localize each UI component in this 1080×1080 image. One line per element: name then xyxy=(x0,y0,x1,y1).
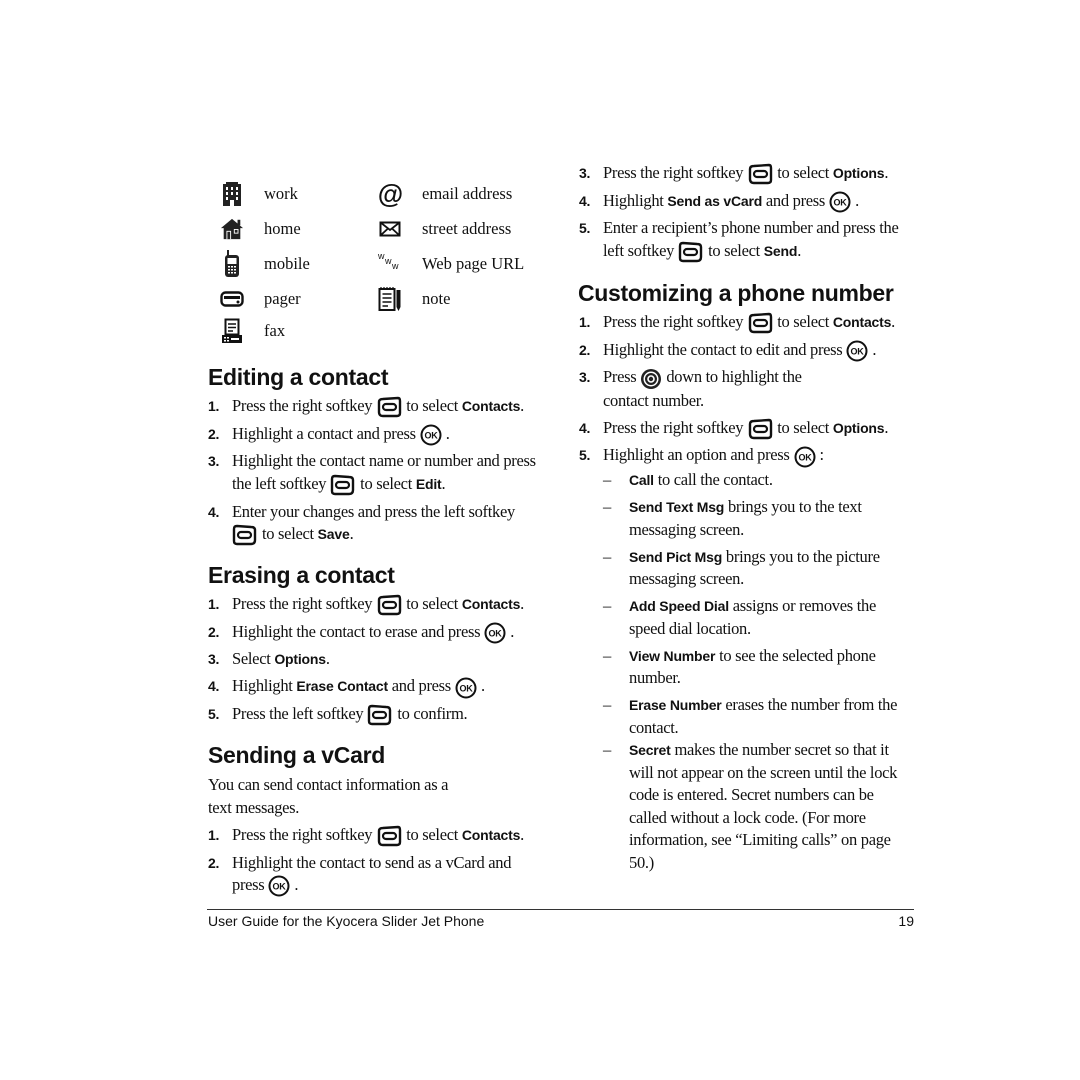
left-softkey-icon xyxy=(678,241,704,263)
vcard-steps-part2: 3. Press the right softkey to select Optio… xyxy=(579,162,919,268)
erasing-steps: 1. Press the right softkey to select Conta… xyxy=(208,593,553,731)
legend-item-web: www Web page URL xyxy=(378,251,524,277)
fax-icon xyxy=(220,318,244,344)
page-number: 19 xyxy=(898,913,914,929)
right-softkey-icon xyxy=(376,396,402,418)
web-url-www-icon: www xyxy=(378,251,399,271)
legend-item-fax: fax xyxy=(220,318,285,344)
legend-item-email: @ email address xyxy=(377,178,513,209)
legend-item-pager: pager xyxy=(220,286,301,312)
footer-title: User Guide for the Kyocera Slider Jet Ph… xyxy=(208,913,485,929)
ok-key-icon xyxy=(268,875,290,897)
legend-item-note: note xyxy=(378,286,450,312)
legend-label: email address xyxy=(422,184,513,203)
right-softkey-icon xyxy=(376,825,402,847)
right-softkey-icon xyxy=(376,594,402,616)
legend-label: note xyxy=(422,289,451,308)
pager-icon xyxy=(220,286,244,312)
step: 3. Highlight the contact name or number a… xyxy=(208,450,553,496)
option-send-pict-msg: – Send Pict Msg brings you to the picture… xyxy=(603,546,880,589)
right-softkey-icon xyxy=(747,418,773,440)
step: 1. Press the right softkey to select Conta… xyxy=(208,395,553,418)
navigation-key-icon xyxy=(640,368,662,390)
option-view-number: – View Number to see the selected phone n… xyxy=(603,645,876,688)
step: 3. Select Options. xyxy=(208,649,330,669)
left-softkey-icon xyxy=(367,704,393,726)
mobile-phone-icon xyxy=(220,250,244,277)
legend-item-mobile: mobile xyxy=(220,250,310,277)
email-at-icon: @ xyxy=(377,178,403,209)
legend-label: Web page URL xyxy=(422,254,525,273)
step: 1. Press the right softkey to select Conta… xyxy=(579,311,919,334)
option-erase-number: – Erase Number erases the number from the… xyxy=(603,695,898,737)
option-secret: – Secret makes the number secret so that … xyxy=(603,740,898,872)
option-add-speed-dial: – Add Speed Dial assigns or removes the s… xyxy=(603,596,876,638)
home-house-icon xyxy=(220,216,244,242)
note-notepad-icon xyxy=(378,286,402,312)
vcard-intro: You can send contact information as a te… xyxy=(208,775,449,817)
work-building-icon xyxy=(220,181,244,207)
step: 2. Highlight the contact to send as a vCa… xyxy=(208,852,537,898)
legend-item-home: home xyxy=(220,216,301,242)
section-heading-editing: Editing a contact xyxy=(208,364,389,390)
step: 5. Enter a recipient’s phone number and p… xyxy=(579,217,918,263)
step: 3. Press down to highlight the contact num… xyxy=(579,367,802,410)
option-call: – Call to call the contact. xyxy=(603,470,773,489)
legend-label: street address xyxy=(422,219,512,238)
step: 4. Press the right softkey to select Optio… xyxy=(579,417,919,440)
customizing-steps: 1. Press the right softkey to select Conta… xyxy=(579,311,919,472)
customizing-options: – Call to call the contact. – Send Text Ms… xyxy=(603,469,913,879)
left-softkey-icon xyxy=(232,524,258,546)
step: 5. Press the left softkey to confirm. xyxy=(208,703,553,726)
ok-key-icon xyxy=(420,424,442,446)
ok-key-icon xyxy=(794,446,816,468)
legend-label: pager xyxy=(264,289,301,308)
left-softkey-icon xyxy=(330,474,356,496)
ok-key-icon xyxy=(484,622,506,644)
legend-label: mobile xyxy=(264,254,310,273)
legend-item-work: work xyxy=(220,181,298,207)
legend-label: home xyxy=(264,219,301,238)
legend-item-street: street address xyxy=(378,216,511,242)
street-address-envelope-icon xyxy=(378,216,402,242)
option-send-text-msg: – Send Text Msg brings you to the text me… xyxy=(603,497,862,539)
step: 4. Enter your changes and press the left … xyxy=(208,501,553,547)
vcard-steps-part1: 1. Press the right softkey to select Conta… xyxy=(208,824,553,902)
ok-key-icon xyxy=(829,191,851,213)
right-softkey-icon xyxy=(747,163,773,185)
legend-label: fax xyxy=(264,321,286,340)
step: 2. Highlight the contact to erase and pre… xyxy=(208,621,553,644)
footer-rule xyxy=(207,909,914,910)
section-heading-erasing: Erasing a contact xyxy=(208,562,395,588)
ok-key-icon xyxy=(846,340,868,362)
right-softkey-icon xyxy=(747,312,773,334)
section-heading-vcard: Sending a vCard xyxy=(208,742,385,768)
step: 1. Press the right softkey to select Conta… xyxy=(208,824,553,847)
legend-label: work xyxy=(264,184,298,203)
editing-steps: 1. Press the right softkey to select Conta… xyxy=(208,395,553,551)
ok-key-icon xyxy=(455,677,477,699)
step: 2. Highlight a contact and press. xyxy=(208,423,553,446)
step: 4. Highlight Send as vCard and press. xyxy=(579,190,919,213)
section-heading-customizing: Customizing a phone number xyxy=(578,280,894,306)
step: 3. Press the right softkey to select Optio… xyxy=(579,162,919,185)
step: 1. Press the right softkey to select Conta… xyxy=(208,593,553,616)
step: 2. Highlight the contact to edit and pres… xyxy=(579,339,919,362)
step: 5. Highlight an option and press: xyxy=(579,444,919,467)
step: 4. Highlight Erase Contact and press. xyxy=(208,675,553,698)
